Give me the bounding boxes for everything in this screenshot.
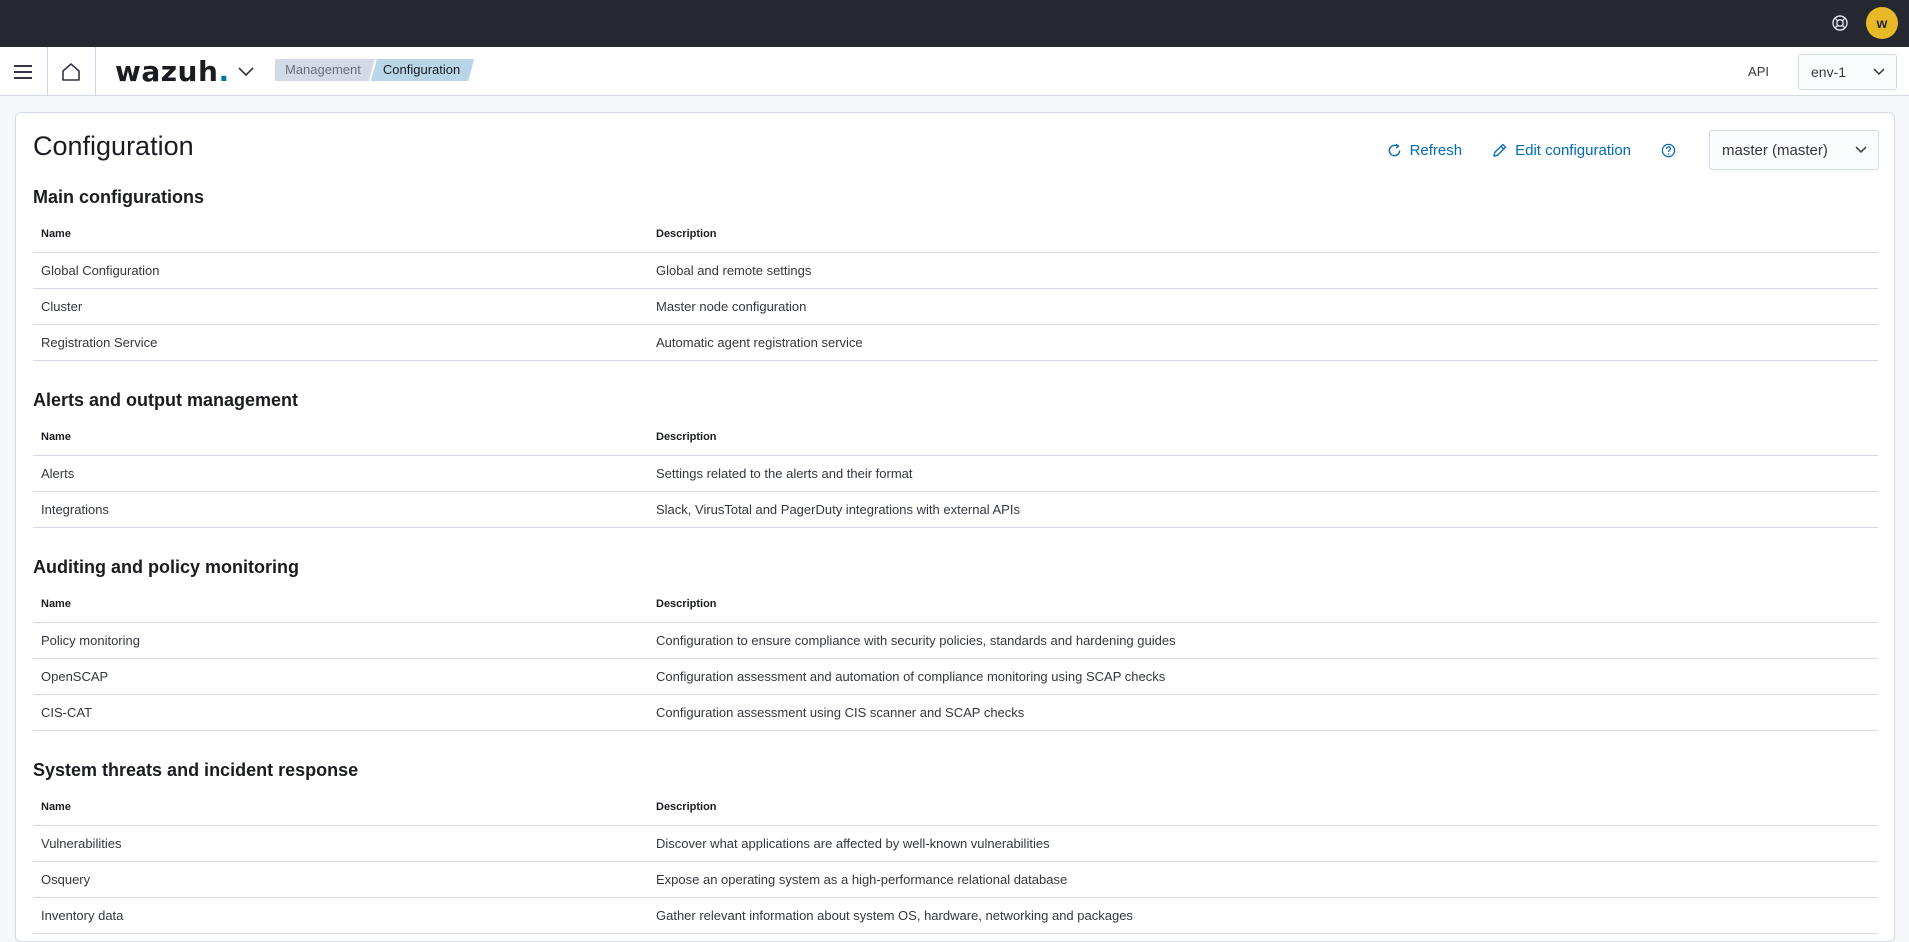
table-row[interactable]: Global Configuration Global and remote s… xyxy=(33,252,1878,289)
description-column-header: Description xyxy=(648,586,1878,623)
row-description: Settings related to the alerts and their… xyxy=(648,455,1878,492)
page-title: Configuration xyxy=(33,131,194,161)
row-description: Automatic agent registration service xyxy=(648,324,1878,361)
top-navigation-bar: w xyxy=(0,0,1909,47)
row-name: Registration Service xyxy=(33,324,648,361)
main-configurations-table: Name Description Global Configuration Gl… xyxy=(33,216,1878,361)
help-icon[interactable] xyxy=(1829,12,1851,34)
divider xyxy=(47,47,48,95)
table-header-row: Name Description xyxy=(33,789,1878,826)
refresh-button[interactable]: Refresh xyxy=(1387,141,1463,159)
breadcrumb: Management Configuration xyxy=(275,59,474,81)
row-name: OpenSCAP xyxy=(33,658,648,695)
user-avatar[interactable]: w xyxy=(1866,7,1898,39)
row-description: Expose an operating system as a high-per… xyxy=(648,861,1878,898)
table-row[interactable]: Osquery Expose an operating system as a … xyxy=(33,861,1878,898)
alerts-output-table: Name Description Alerts Settings related… xyxy=(33,419,1878,528)
description-column-header: Description xyxy=(648,216,1878,253)
table-header-row: Name Description xyxy=(33,419,1878,456)
name-column-header: Name xyxy=(33,789,648,826)
env-select-value: env-1 xyxy=(1811,64,1847,80)
row-description: Global and remote settings xyxy=(648,252,1878,289)
chevron-down-icon xyxy=(1872,65,1886,82)
home-icon[interactable] xyxy=(57,58,85,86)
node-select-value: master (master) xyxy=(1722,141,1828,159)
row-name: Osquery xyxy=(33,861,648,898)
wazuh-logo[interactable]: wazuh. xyxy=(115,55,230,88)
name-column-header: Name xyxy=(33,586,648,623)
logo-dot: . xyxy=(218,55,230,88)
logo-text: wazuh xyxy=(115,55,219,88)
description-column-header: Description xyxy=(648,789,1878,826)
row-description: Slack, VirusTotal and PagerDuty integrat… xyxy=(648,491,1878,528)
system-threats-table: Name Description Vulnerabilities Discove… xyxy=(33,789,1878,934)
hamburger-menu-icon[interactable] xyxy=(10,59,36,85)
row-name: Inventory data xyxy=(33,897,648,934)
table-header-row: Name Description xyxy=(33,586,1878,623)
description-column-header: Description xyxy=(648,419,1878,456)
name-column-header: Name xyxy=(33,216,648,253)
table-row[interactable]: CIS-CAT Configuration assessment using C… xyxy=(33,694,1878,731)
row-name: Cluster xyxy=(33,288,648,325)
node-select[interactable]: master (master) xyxy=(1709,130,1879,170)
section-title: Alerts and output management xyxy=(33,390,299,410)
auditing-policy-table: Name Description Policy monitoring Confi… xyxy=(33,586,1878,731)
configuration-panel: Configuration Refresh Edit configuration xyxy=(15,112,1895,942)
table-row[interactable]: Inventory data Gather relevant informati… xyxy=(33,897,1878,934)
pencil-icon xyxy=(1492,143,1507,158)
table-row[interactable]: OpenSCAP Configuration assessment and au… xyxy=(33,658,1878,695)
question-circle-icon[interactable] xyxy=(1661,143,1676,158)
name-column-header: Name xyxy=(33,419,648,456)
row-description: Configuration assessment using CIS scann… xyxy=(648,694,1878,731)
app-header: wazuh. Management Configuration API env-… xyxy=(0,47,1909,96)
edit-configuration-button[interactable]: Edit configuration xyxy=(1492,142,1631,159)
action-bar: Refresh Edit configuration master (maste… xyxy=(1387,130,1879,170)
section-title: Auditing and policy monitoring xyxy=(33,557,299,577)
row-description: Configuration to ensure compliance with … xyxy=(648,622,1878,659)
row-name: Policy monitoring xyxy=(33,622,648,659)
divider xyxy=(95,47,96,95)
row-name: Global Configuration xyxy=(33,252,648,289)
row-name: Integrations xyxy=(33,491,648,528)
chevron-down-icon xyxy=(1854,143,1868,161)
section-title: Main configurations xyxy=(33,187,204,207)
table-row[interactable]: Registration Service Automatic agent reg… xyxy=(33,324,1878,361)
refresh-label: Refresh xyxy=(1409,141,1463,159)
table-row[interactable]: Alerts Settings related to the alerts an… xyxy=(33,455,1878,492)
api-label: API xyxy=(1748,64,1769,79)
row-description: Gather relevant information about system… xyxy=(648,897,1878,934)
table-row[interactable]: Policy monitoring Configuration to ensur… xyxy=(33,622,1878,659)
table-header-row: Name Description xyxy=(33,216,1878,253)
table-row[interactable]: Cluster Master node configuration xyxy=(33,288,1878,325)
row-name: CIS-CAT xyxy=(33,694,648,731)
row-description: Master node configuration xyxy=(648,288,1878,325)
table-row[interactable]: Integrations Slack, VirusTotal and Pager… xyxy=(33,491,1878,528)
refresh-icon xyxy=(1387,143,1402,158)
row-name: Alerts xyxy=(33,455,648,492)
edit-configuration-label: Edit configuration xyxy=(1515,141,1631,159)
breadcrumb-management[interactable]: Management xyxy=(275,59,375,81)
breadcrumb-configuration: Configuration xyxy=(371,59,474,81)
chevron-down-icon[interactable] xyxy=(234,60,258,84)
row-name: Vulnerabilities xyxy=(33,825,648,862)
row-description: Discover what applications are affected … xyxy=(648,825,1878,862)
section-title: System threats and incident response xyxy=(33,760,359,780)
row-description: Configuration assessment and automation … xyxy=(648,658,1878,695)
table-row[interactable]: Vulnerabilities Discover what applicatio… xyxy=(33,825,1878,862)
env-select[interactable]: env-1 xyxy=(1798,54,1897,90)
